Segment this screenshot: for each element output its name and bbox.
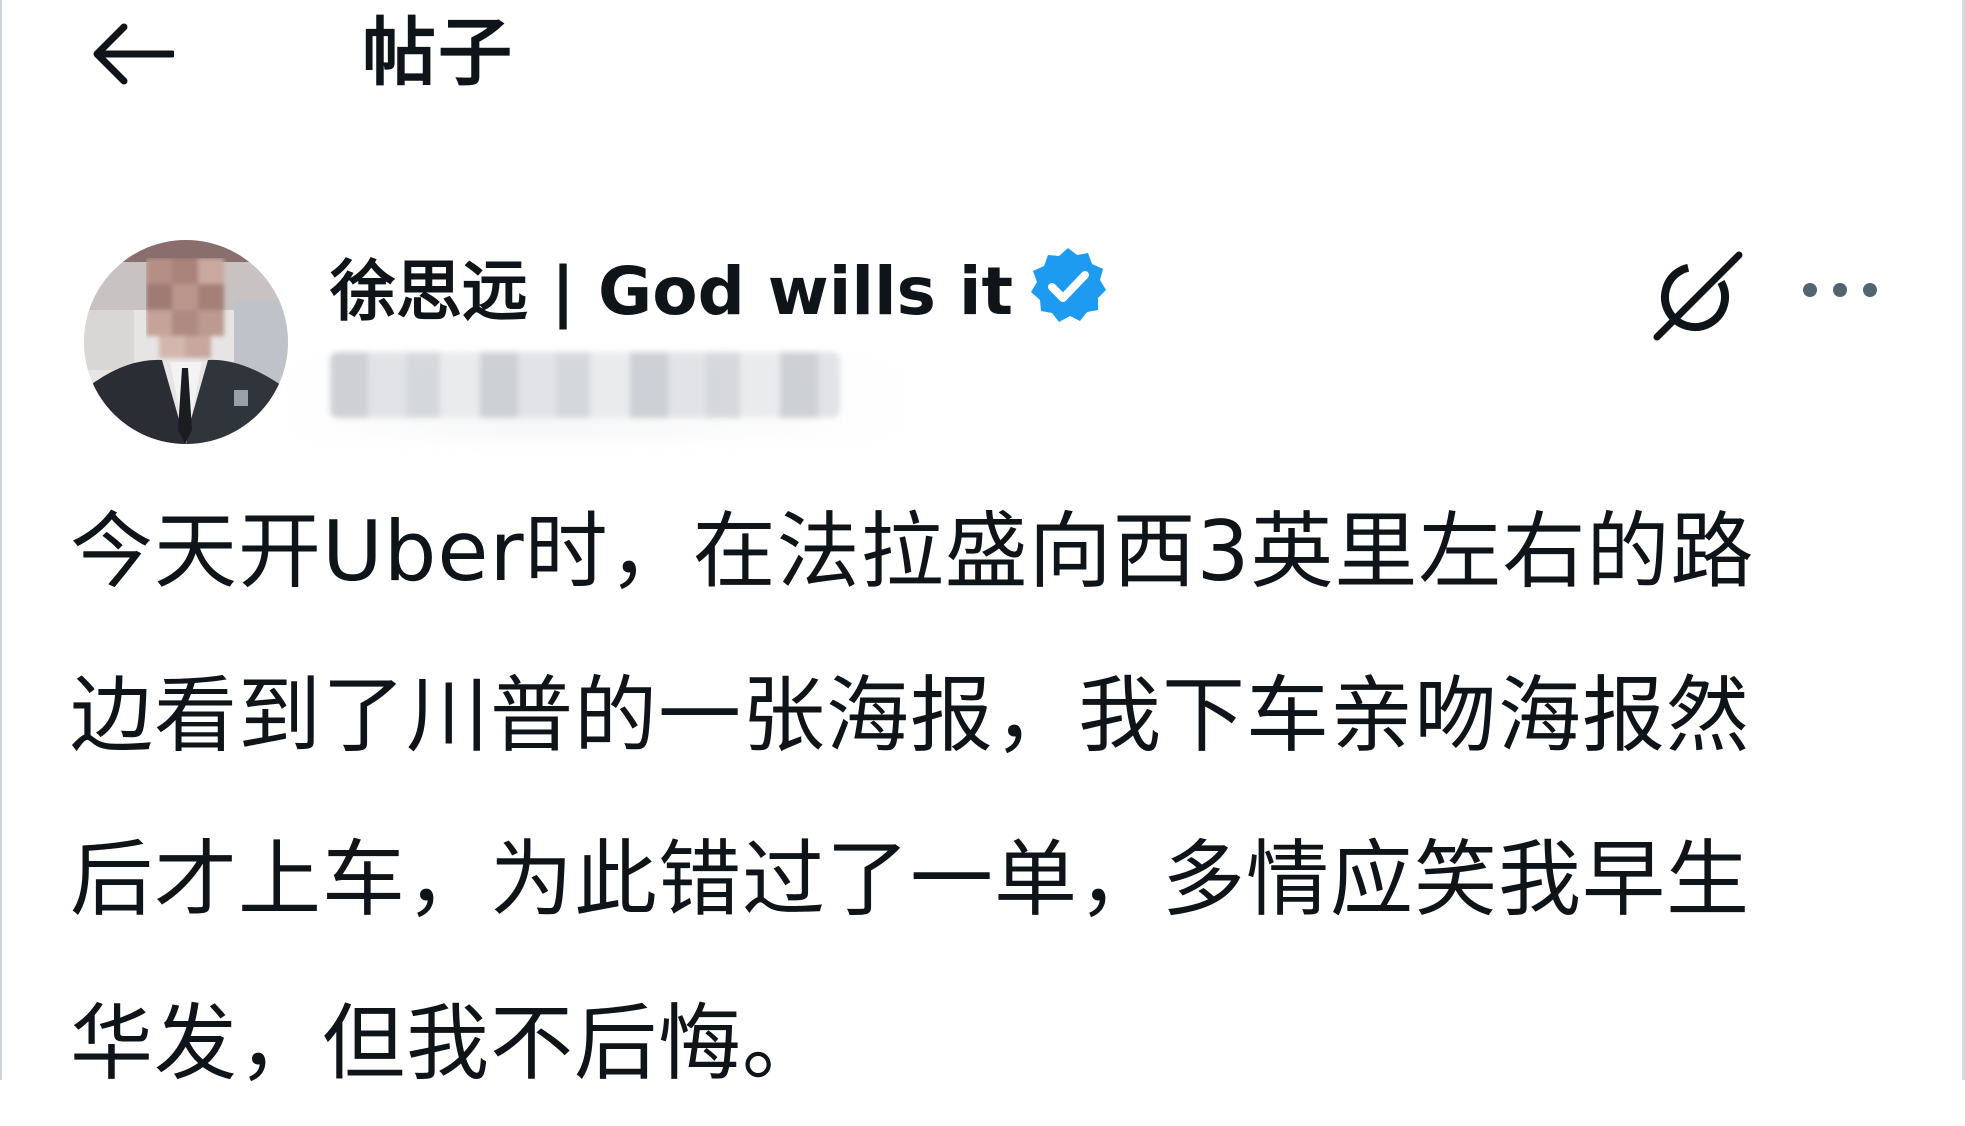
more-options-button[interactable]	[1790, 255, 1890, 325]
grok-icon	[1653, 251, 1743, 341]
post-text-line: 华发，但我不后悔。	[70, 995, 826, 1092]
back-button[interactable]	[88, 14, 178, 94]
avatar[interactable]	[84, 240, 288, 444]
screen-edge-left	[0, 0, 2, 1080]
arrow-left-icon	[93, 23, 174, 85]
avatar-blurred-image	[84, 240, 288, 444]
post-text-line: 后才上车，为此错过了一单，多情应笑我早生	[70, 831, 1750, 928]
post-text: 今天开Uber时，在法拉盛向西3英里左右的路 边看到了川普的一张海报，我下车亲吻…	[70, 470, 1910, 1126]
author-name-row[interactable]: 徐思远 | God wills it	[330, 240, 1109, 332]
more-horizontal-icon	[1803, 283, 1877, 297]
author-display-name: 徐思远 | God wills it	[330, 253, 1014, 330]
post-text-line: 边看到了川普的一张海报，我下车亲吻海报然	[70, 667, 1750, 764]
verified-badge-icon	[1031, 248, 1107, 322]
post-text-line: 今天开Uber时，在法拉盛向西3英里左右的路	[70, 503, 1755, 600]
author-handle-redacted	[330, 352, 840, 418]
grok-button[interactable]	[1642, 240, 1752, 350]
page-title: 帖子	[362, 10, 514, 96]
